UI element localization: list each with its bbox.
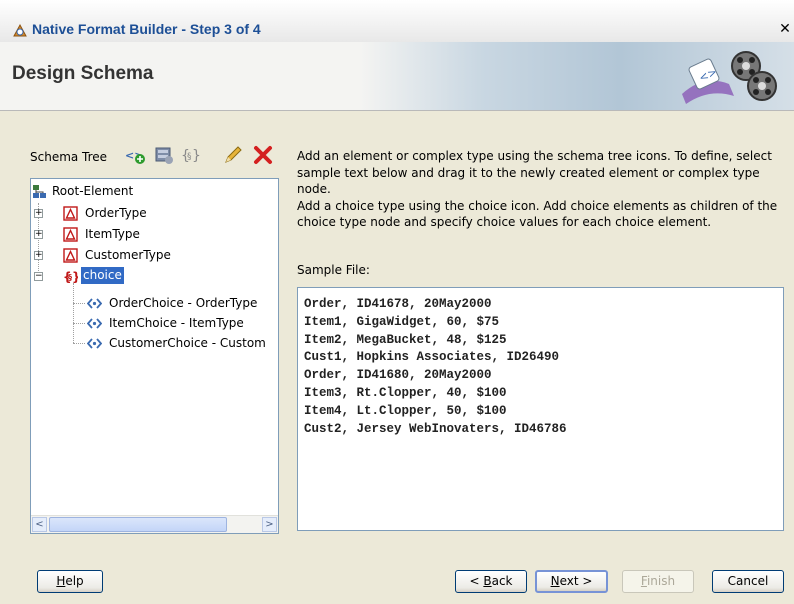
svg-text:}: }: [192, 148, 201, 164]
instructions-text: Add an element or complex type using the…: [297, 148, 783, 231]
expand-toggle[interactable]: +: [34, 230, 43, 239]
tree-guide-line: [73, 283, 74, 343]
page-title: Design Schema: [12, 63, 154, 84]
wizard-window: Native Format Builder - Step 3 of 4 ✕ De…: [0, 0, 794, 604]
element-icon: [87, 338, 102, 349]
add-element-icon[interactable]: <>: [124, 144, 146, 166]
svg-text:}: }: [72, 270, 78, 284]
element-icon: [87, 298, 102, 309]
next-label-rest: ext >: [559, 574, 593, 588]
app-icon: [13, 23, 27, 37]
tree-node-label[interactable]: CustomerChoice - Custom: [107, 333, 268, 353]
film-reel-icon: <>: [682, 51, 777, 104]
schema-tree[interactable]: Root-Element + OrderType + ItemType + Cu…: [30, 178, 279, 534]
tree-guide-line: [73, 323, 85, 324]
scroll-thumb[interactable]: [49, 517, 227, 532]
tree-guide-line: [73, 303, 85, 304]
scroll-left-button[interactable]: <: [32, 517, 47, 532]
sample-line[interactable]: Order, ID41678, 20May2000: [304, 296, 777, 314]
expand-toggle[interactable]: +: [34, 251, 43, 260]
tree-node-label[interactable]: ItemChoice - ItemType: [107, 313, 246, 333]
help-button[interactable]: Help: [37, 570, 103, 593]
back-button[interactable]: < Back: [455, 570, 527, 593]
title-bar[interactable]: Native Format Builder - Step 3 of 4 ✕: [0, 0, 794, 43]
finish-label-rest: inish: [646, 574, 676, 588]
sample-line[interactable]: Cust2, Jersey WebInovaters, ID46786: [304, 421, 777, 439]
sample-line[interactable]: Item3, Rt.Clopper, 40, $100: [304, 385, 777, 403]
edit-pencil-icon[interactable]: [222, 144, 244, 166]
finish-button[interactable]: Finish: [622, 570, 694, 593]
complex-type-icon: [63, 206, 78, 221]
sample-file-label: Sample File:: [297, 263, 370, 277]
next-mnemonic: N: [550, 574, 560, 588]
back-mnemonic: B: [483, 574, 492, 588]
delete-icon[interactable]: [252, 144, 274, 166]
tree-node-label[interactable]: CustomerType: [83, 245, 173, 265]
sample-line[interactable]: Item1, GigaWidget, 60, $75: [304, 314, 777, 332]
sample-line[interactable]: Order, ID41680, 20May2000: [304, 367, 777, 385]
back-prefix: <: [469, 574, 484, 588]
sample-line[interactable]: Item2, MegaBucket, 48, $125: [304, 332, 777, 350]
tree-node-label[interactable]: ItemType: [83, 224, 142, 244]
sample-file-textarea[interactable]: Order, ID41678, 20May2000 Item1, GigaWid…: [297, 287, 784, 531]
cancel-button[interactable]: Cancel: [712, 570, 784, 593]
back-label-rest: ack: [491, 574, 513, 588]
scroll-right-button[interactable]: >: [262, 517, 277, 532]
window-title: Native Format Builder - Step 3 of 4: [32, 21, 261, 37]
choice-icon: { § }: [63, 270, 78, 284]
add-complex-type-icon[interactable]: [153, 144, 175, 166]
tree-guide-line: [73, 343, 85, 344]
instructions-paragraph-2: Add a choice type using the choice icon.…: [297, 198, 778, 230]
sample-line[interactable]: Item4, Lt.Clopper, 50, $100: [304, 403, 777, 421]
tree-node-label[interactable]: Root-Element: [50, 181, 135, 201]
horizontal-scrollbar[interactable]: < >: [31, 515, 278, 533]
tree-node-label[interactable]: choice: [81, 267, 124, 284]
tree-node-label[interactable]: OrderType: [83, 203, 149, 223]
instructions-paragraph-1: Add an element or complex type using the…: [297, 149, 772, 196]
schema-tree-label: Schema Tree: [30, 150, 108, 164]
tree-node-label[interactable]: OrderChoice - OrderType: [107, 293, 259, 313]
close-button[interactable]: ✕: [776, 19, 794, 39]
sample-line[interactable]: Cust1, Hopkins Associates, ID26490: [304, 349, 777, 367]
add-choice-icon[interactable]: { § }: [180, 144, 202, 166]
element-icon: [87, 318, 102, 329]
expand-toggle[interactable]: +: [34, 209, 43, 218]
complex-type-icon: [63, 248, 78, 263]
next-button[interactable]: Next >: [535, 570, 608, 593]
collapse-toggle[interactable]: −: [34, 272, 43, 281]
schema-root-icon: [33, 185, 46, 198]
help-label-rest: elp: [65, 574, 84, 588]
help-mnemonic: H: [56, 574, 66, 588]
wizard-header: Design Schema <>: [0, 42, 794, 111]
complex-type-icon: [63, 227, 78, 242]
